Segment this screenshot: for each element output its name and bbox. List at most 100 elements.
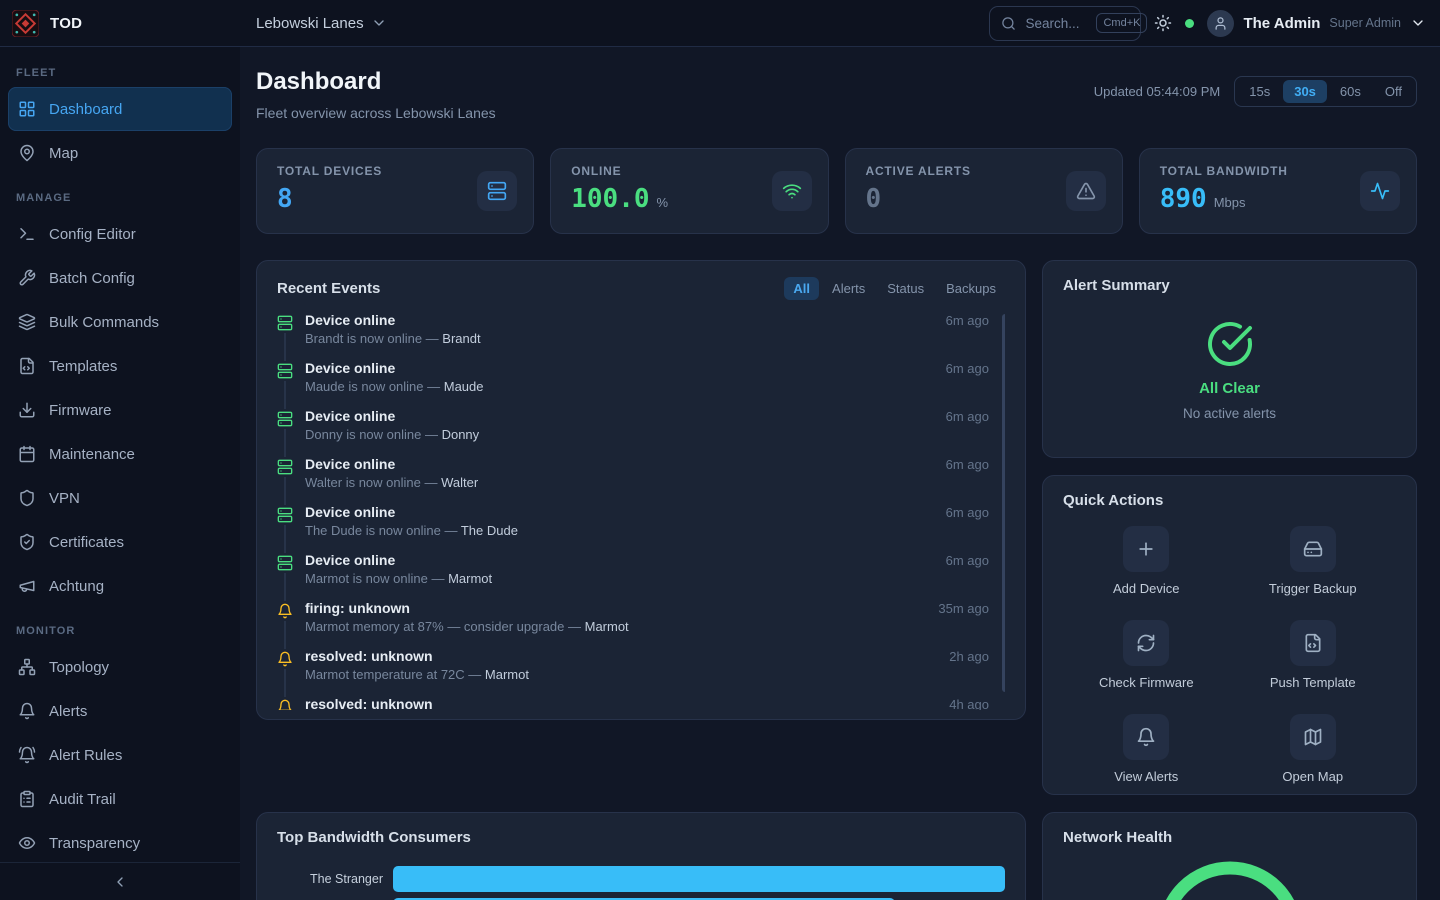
stat-icon-box: [477, 171, 517, 211]
event-time: 6m ago: [946, 505, 989, 520]
server-icon: [277, 411, 293, 427]
sidebar-item-alert-rules[interactable]: Alert Rules: [8, 733, 232, 777]
event-time: 6m ago: [946, 361, 989, 376]
check-circle-icon: [1206, 320, 1254, 368]
quick-action-open-map[interactable]: Open Map: [1282, 714, 1343, 784]
refresh-option-off[interactable]: Off: [1374, 80, 1413, 103]
user-name: The Admin: [1243, 15, 1320, 32]
main-content: Dashboard Fleet overview across Lebowski…: [240, 47, 1440, 900]
quick-action-check-firmware[interactable]: Check Firmware: [1099, 620, 1194, 690]
sidebar-item-topology[interactable]: Topology: [8, 645, 232, 689]
wifi-icon: [782, 181, 802, 201]
event-row[interactable]: Device online6m agoDonny is now online —…: [277, 408, 1005, 456]
events-list: Device online 6m ago Brandt is now online …: [277, 312, 1005, 710]
event-row[interactable]: resolved: unknown4h ago: [277, 696, 1005, 710]
quick-action-add-device[interactable]: Add Device: [1113, 526, 1179, 596]
event-row[interactable]: Device online6m agoMarmot is now online …: [277, 552, 1005, 600]
check-circle-icon-slot: [1206, 320, 1254, 368]
sidebar-item-templates[interactable]: Templates: [8, 344, 232, 388]
event-description: Brandt is now online — Brandt: [305, 331, 1005, 346]
file-code-icon: [1303, 633, 1323, 653]
avatar: [1207, 10, 1234, 37]
quick-action-trigger-backup[interactable]: Trigger Backup: [1269, 526, 1357, 596]
event-row[interactable]: Device online6m agoBrandt is now online …: [277, 312, 1005, 360]
sidebar-item-map[interactable]: Map: [8, 131, 232, 175]
events-tab-backups[interactable]: Backups: [937, 277, 1005, 300]
sidebar-item-maintenance[interactable]: Maintenance: [8, 432, 232, 476]
event-row[interactable]: resolved: unknown2h agoMarmot temperatur…: [277, 648, 1005, 696]
quick-actions-panel: Quick Actions Add DeviceTrigger BackupCh…: [1042, 475, 1417, 795]
event-title: Device online: [305, 504, 395, 520]
sidebar-item-label: Achtung: [49, 578, 104, 595]
search-box[interactable]: Cmd+K: [989, 6, 1141, 41]
event-time: 6m ago: [946, 313, 989, 328]
layers-icon: [18, 313, 36, 331]
event-title: Device online: [305, 360, 395, 376]
event-device: Maude: [444, 379, 484, 394]
event-title: Device online: [305, 552, 395, 568]
sidebar-item-label: Certificates: [49, 534, 124, 551]
sidebar-item-firmware[interactable]: Firmware: [8, 388, 232, 432]
event-row[interactable]: Device online6m agoMaude is now online —…: [277, 360, 1005, 408]
sidebar-collapse-button[interactable]: [0, 862, 240, 900]
file-code-icon: [18, 357, 36, 375]
quick-action-icon-box: [1290, 714, 1336, 760]
network-health-title: Network Health: [1063, 829, 1172, 846]
sidebar-item-bulk-commands[interactable]: Bulk Commands: [8, 300, 232, 344]
recent-events-title: Recent Events: [277, 280, 380, 297]
sidebar-item-config-editor[interactable]: Config Editor: [8, 212, 232, 256]
tod-logo-icon: [12, 10, 39, 37]
user-role: Super Admin: [1329, 16, 1401, 30]
quick-action-label: Open Map: [1282, 769, 1343, 784]
theme-toggle-button[interactable]: [1154, 14, 1172, 32]
page-subtitle: Fleet overview across Lebowski Lanes: [256, 105, 496, 121]
top-bandwidth-panel: Top Bandwidth Consumers The StrangerWalt…: [256, 812, 1026, 900]
sidebar-item-achtung[interactable]: Achtung: [8, 564, 232, 608]
event-time: 6m ago: [946, 553, 989, 568]
quick-action-push-template[interactable]: Push Template: [1270, 620, 1356, 690]
calendar-icon: [18, 445, 36, 463]
events-tab-status[interactable]: Status: [878, 277, 933, 300]
event-row[interactable]: firing: unknown35m agoMarmot memory at 8…: [277, 600, 1005, 648]
sidebar-item-transparency[interactable]: Transparency: [8, 821, 232, 862]
server-icon: [277, 507, 293, 523]
event-device: The Dude: [461, 523, 518, 538]
plus-icon: [1136, 539, 1156, 559]
hard-drive-icon: [1303, 539, 1323, 559]
sidebar-section-label-monitor: MONITOR: [16, 625, 224, 637]
events-tab-alerts[interactable]: Alerts: [823, 277, 874, 300]
sidebar-item-audit-trail[interactable]: Audit Trail: [8, 777, 232, 821]
sidebar-item-vpn[interactable]: VPN: [8, 476, 232, 520]
refresh-option-60s[interactable]: 60s: [1329, 80, 1372, 103]
event-device: Walter: [441, 475, 478, 490]
fleet-selector[interactable]: Lebowski Lanes: [256, 15, 387, 32]
chevron-down-icon: [1410, 15, 1426, 31]
event-row[interactable]: Device online6m agoWalter is now online …: [277, 456, 1005, 504]
user-menu[interactable]: The Admin Super Admin: [1207, 10, 1426, 37]
quick-action-icon-box: [1123, 526, 1169, 572]
sidebar-item-certificates[interactable]: Certificates: [8, 520, 232, 564]
brand: TOD: [0, 10, 240, 37]
bandwidth-row-the-stranger: The Stranger: [277, 866, 1005, 892]
refresh-option-15s[interactable]: 15s: [1238, 80, 1281, 103]
stat-value: 0: [866, 184, 882, 214]
network-icon: [18, 658, 36, 676]
stat-card-active-alerts: ACTIVE ALERTS0: [845, 148, 1123, 234]
refresh-option-30s[interactable]: 30s: [1283, 80, 1327, 103]
quick-action-icon-box: [1290, 620, 1336, 666]
event-description: Marmot memory at 87% — consider upgrade …: [305, 619, 1005, 634]
quick-actions-grid: Add Device Trigger Backup Check Firmware Pu…: [1063, 526, 1396, 784]
chevron-down-icon-slot: [371, 15, 387, 31]
search-input[interactable]: [1025, 16, 1087, 31]
events-tab-all[interactable]: All: [784, 277, 819, 300]
sidebar-item-batch-config[interactable]: Batch Config: [8, 256, 232, 300]
sidebar-item-dashboard[interactable]: Dashboard: [8, 87, 232, 131]
server-icon: [277, 363, 293, 379]
refresh-cw-icon: [1136, 633, 1156, 653]
sidebar-item-alerts[interactable]: Alerts: [8, 689, 232, 733]
quick-action-view-alerts[interactable]: View Alerts: [1114, 714, 1178, 784]
sidebar-item-label: Batch Config: [49, 270, 135, 287]
right-column: Alert Summary All Clear No active alerts…: [1042, 260, 1417, 900]
bell-icon: [18, 702, 36, 720]
event-row[interactable]: Device online6m agoThe Dude is now onlin…: [277, 504, 1005, 552]
